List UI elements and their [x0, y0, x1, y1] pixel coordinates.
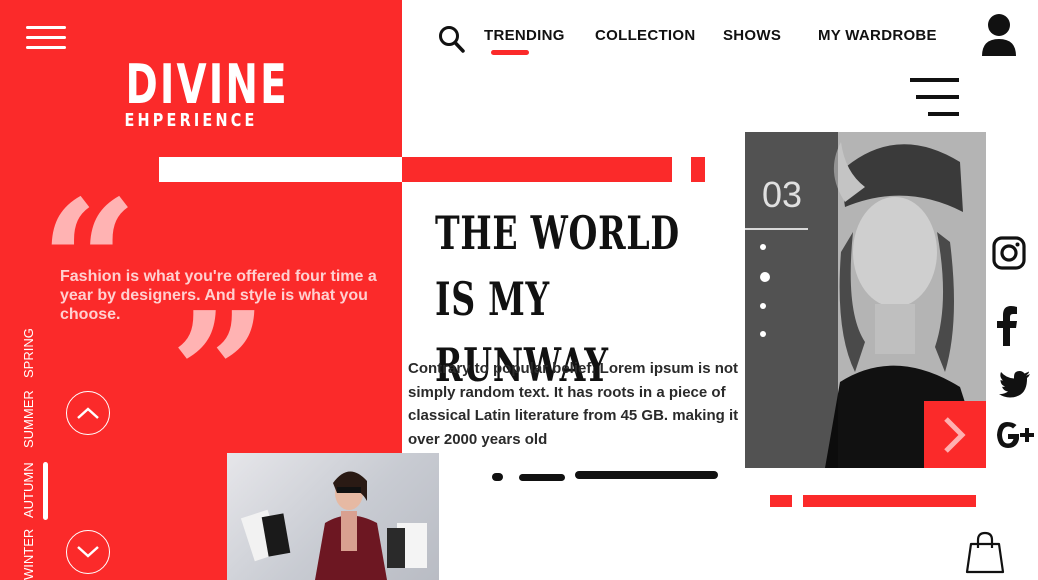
nav-trending[interactable]: TRENDING	[484, 27, 565, 44]
red-bar-small	[691, 157, 705, 182]
scroll-down-button[interactable]	[66, 530, 110, 574]
red-bar	[402, 157, 672, 182]
heading-line-1: THE WORLD IS MY	[435, 206, 680, 326]
scroll-up-button[interactable]	[66, 391, 110, 435]
user-icon[interactable]	[980, 13, 1018, 57]
google-plus-icon[interactable]	[995, 418, 1037, 452]
pager-dash[interactable]	[519, 474, 565, 481]
shopping-bag-icon[interactable]	[963, 530, 1007, 574]
search-icon[interactable]	[438, 24, 466, 54]
season-winter[interactable]: WINTER	[21, 529, 36, 580]
slide-dot-2-active[interactable]	[760, 272, 770, 282]
season-summer[interactable]: SUMMER	[21, 390, 36, 448]
quote-close-mark: ”	[170, 275, 268, 475]
nav-shows[interactable]: SHOWS	[723, 27, 781, 44]
nav-collection[interactable]: COLLECTION	[595, 27, 696, 44]
chevron-right-icon	[944, 417, 966, 453]
nav-my-wardrobe[interactable]: MY WARDROBE	[818, 27, 937, 44]
nav-active-underline	[491, 50, 529, 55]
twitter-icon[interactable]	[999, 371, 1031, 398]
season-active-indicator	[43, 462, 48, 520]
red-bar-bottom-small	[770, 495, 792, 507]
counter-underline	[745, 228, 808, 230]
slide-dot-1[interactable]	[760, 244, 766, 250]
pager-dash-active[interactable]	[575, 471, 718, 479]
menu-lines-icon[interactable]	[908, 76, 960, 118]
chevron-down-icon	[77, 546, 99, 558]
brand-title: DIVINE	[125, 53, 289, 116]
slide-dot-4[interactable]	[760, 331, 766, 337]
slide-counter: 03	[762, 174, 803, 215]
chevron-up-icon	[77, 407, 99, 419]
season-autumn[interactable]: AUTUMN	[21, 462, 36, 518]
slide-dot-3[interactable]	[760, 303, 766, 309]
brand-subtitle: EHPERIENCE	[124, 110, 258, 131]
season-spring[interactable]: SPRING	[21, 328, 36, 378]
facebook-icon[interactable]	[996, 306, 1020, 346]
pager-dot[interactable]	[492, 473, 503, 481]
white-bar	[159, 157, 402, 182]
instagram-icon[interactable]	[992, 236, 1026, 270]
red-bar-bottom	[803, 495, 976, 507]
shopping-photo	[227, 453, 439, 580]
article-body: Contrary to popular belief. Lorem ipsum …	[408, 360, 739, 448]
hamburger-icon[interactable]	[26, 26, 66, 50]
next-slide-button[interactable]	[924, 401, 986, 468]
